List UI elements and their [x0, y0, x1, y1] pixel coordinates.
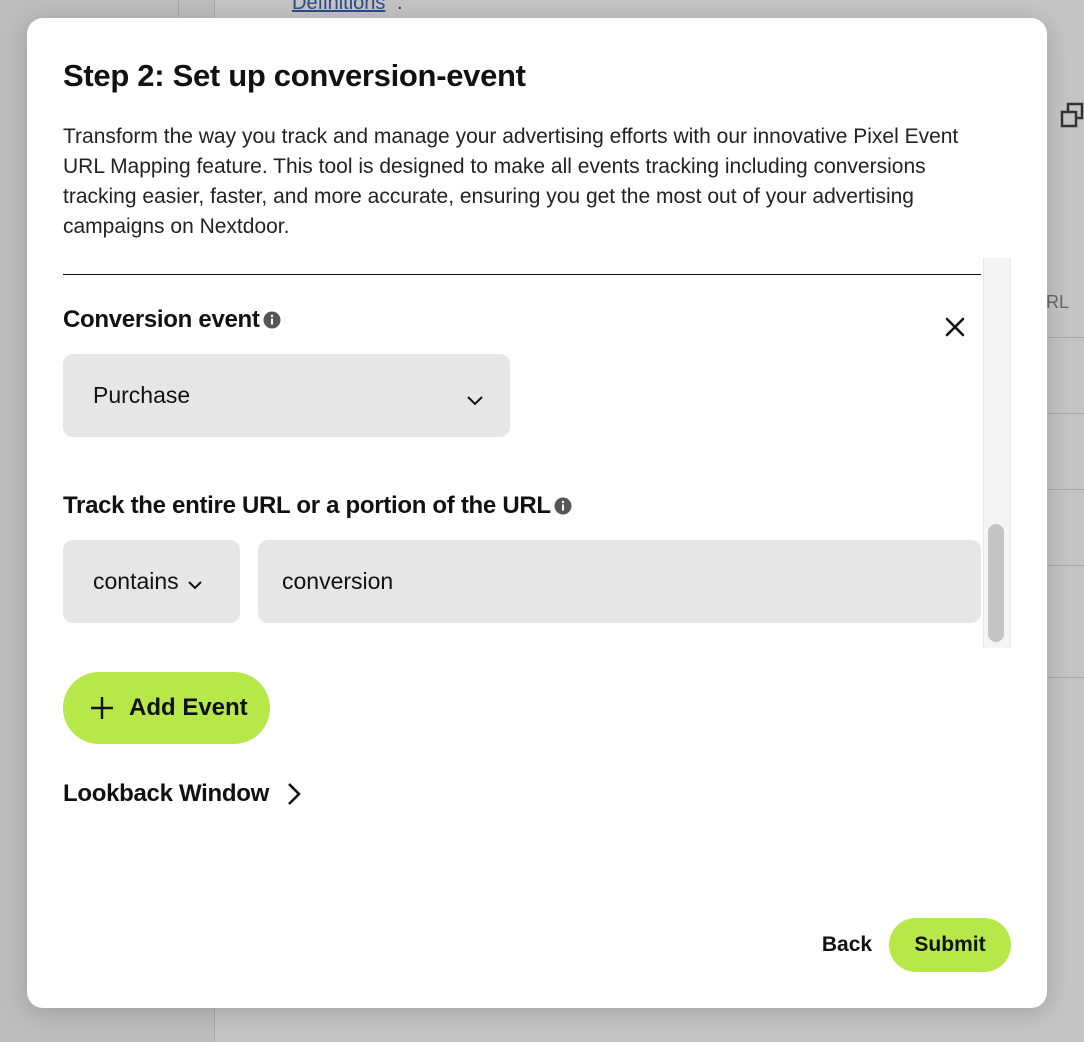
- add-event-label: Add Event: [129, 694, 248, 721]
- background-link-trailing: .: [397, 0, 403, 14]
- section-divider: [63, 274, 981, 275]
- background-row-line: [1048, 413, 1084, 414]
- add-event-button[interactable]: Add Event: [63, 672, 270, 744]
- background-row-line: [1048, 677, 1084, 678]
- lookback-window-toggle[interactable]: Lookback Window: [63, 780, 301, 808]
- info-icon[interactable]: [554, 497, 572, 515]
- submit-button[interactable]: Submit: [889, 918, 1011, 972]
- background-row-line: [1048, 489, 1084, 490]
- remove-event-button[interactable]: [942, 314, 968, 340]
- conversion-event-label-text: Conversion event: [63, 306, 260, 333]
- scrollbar-thumb[interactable]: [988, 524, 1004, 642]
- conversion-event-label: Conversion event: [63, 306, 281, 334]
- conversion-event-value: Purchase: [93, 382, 191, 408]
- chevron-right-icon: [287, 782, 301, 806]
- copy-icon: [1060, 102, 1084, 128]
- background-row-line: [1048, 337, 1084, 338]
- lookback-window-label: Lookback Window: [63, 780, 269, 807]
- conversion-event-select[interactable]: Purchase: [63, 354, 510, 437]
- url-tracking-label-text: Track the entire URL or a portion of the…: [63, 492, 551, 519]
- url-match-type-value: contains: [93, 568, 179, 594]
- background-definitions-link: Definitions: [292, 0, 386, 14]
- conversion-event-modal: Step 2: Set up conversion-event Transfor…: [27, 18, 1047, 1008]
- close-icon: [945, 317, 965, 337]
- chevron-down-icon: [466, 386, 484, 413]
- url-match-type-select[interactable]: contains: [63, 540, 240, 623]
- background-row-line: [1048, 565, 1084, 566]
- background-column-header: RL: [1046, 292, 1070, 312]
- url-value-text: conversion: [282, 568, 394, 594]
- info-icon[interactable]: [263, 311, 281, 329]
- url-value-input[interactable]: conversion: [258, 540, 981, 623]
- modal-description: Transform the way you track and manage y…: [63, 125, 959, 238]
- background-divider: [178, 0, 179, 18]
- chevron-down-icon: [187, 569, 203, 596]
- modal-title: Step 2: Set up conversion-event: [63, 58, 526, 93]
- url-tracking-label: Track the entire URL or a portion of the…: [63, 492, 572, 520]
- plus-icon: [89, 695, 115, 721]
